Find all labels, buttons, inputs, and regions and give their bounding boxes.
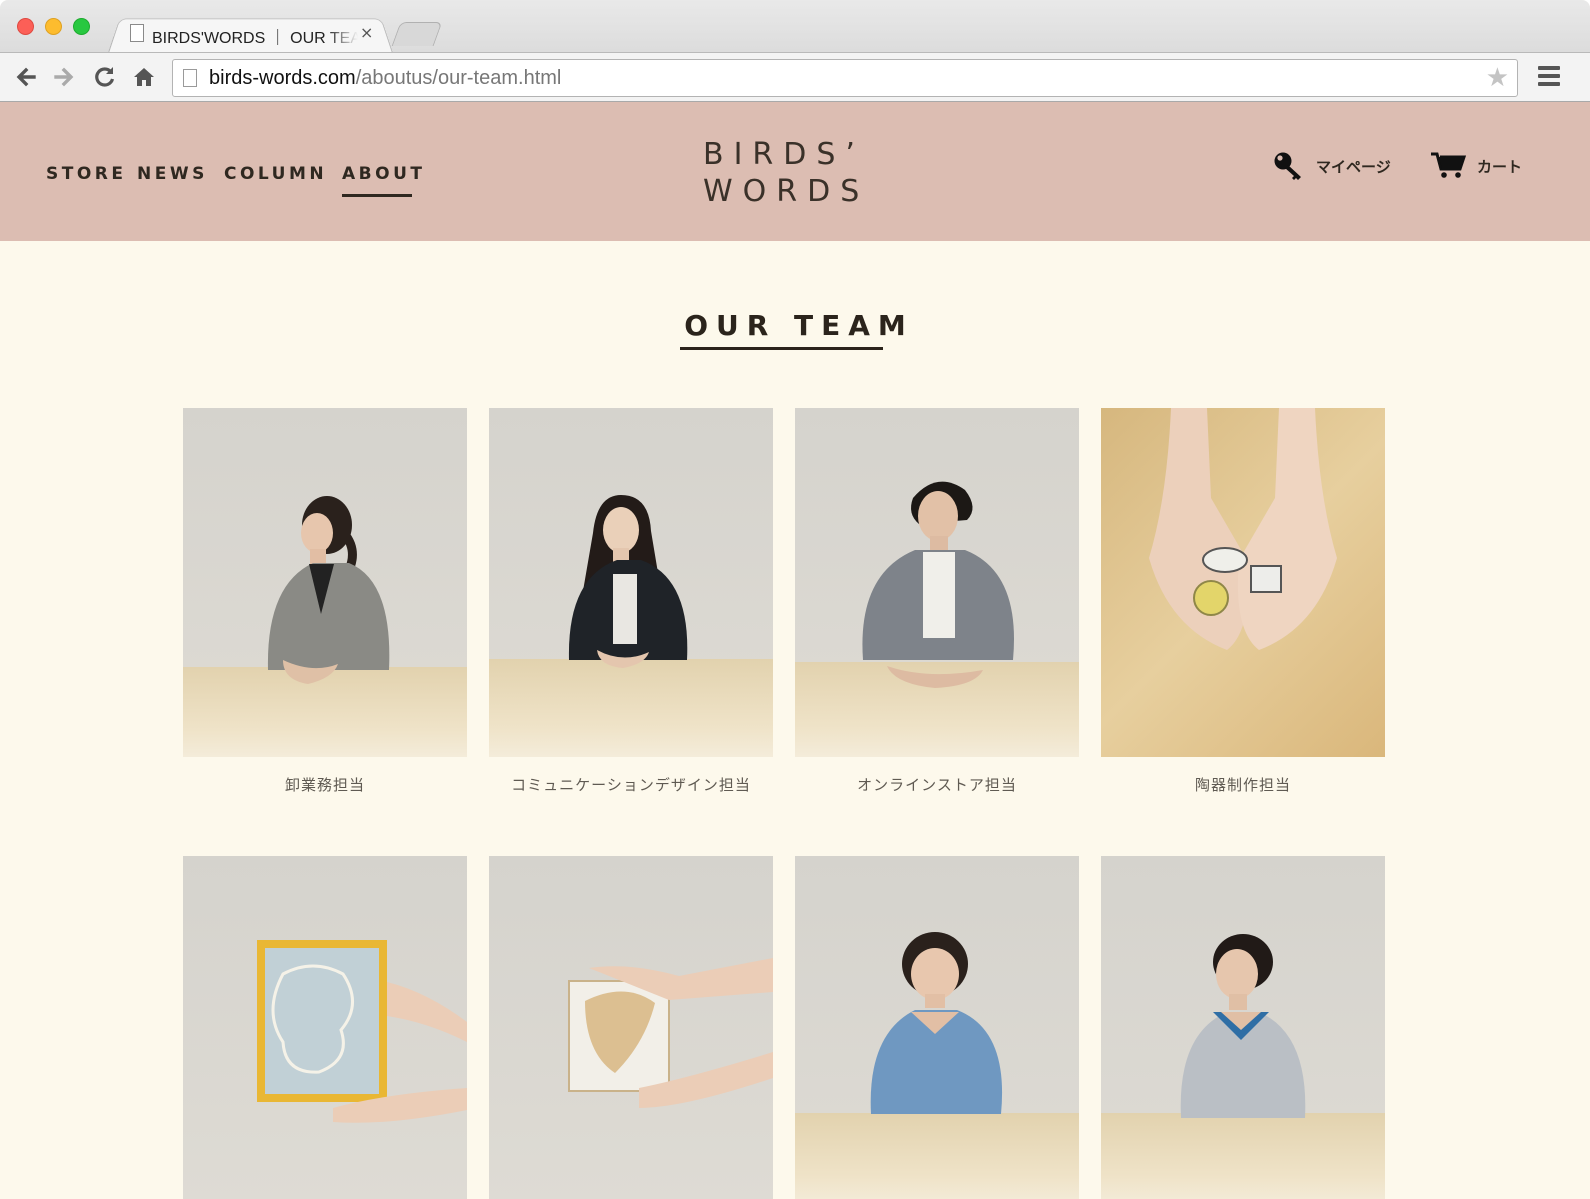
page-title-underline	[680, 347, 883, 350]
framed-print-illustration	[257, 940, 467, 1123]
team-caption: コミュニケーションデザイン担当	[511, 776, 751, 794]
active-nav-underline	[342, 194, 412, 197]
site-header: STORE NEWS COLUMN ABOUT BIRDS’ WORDS マイペ…	[0, 102, 1590, 241]
cart-label: カート	[1477, 158, 1523, 176]
tab-close-icon[interactable]: ×	[360, 23, 373, 42]
forward-arrow-icon-svg	[54, 67, 74, 87]
reload-icon-svg	[95, 67, 115, 87]
address-bar[interactable]: birds-words.com/aboutus/our-team.html ★	[172, 59, 1518, 97]
team-photo[interactable]	[489, 856, 773, 1199]
team-caption: 陶器制作担当	[1194, 776, 1291, 794]
team-caption: オンラインストア担当	[857, 776, 1017, 794]
forward-arrow-icon[interactable]	[50, 63, 78, 91]
home-icon[interactable]	[130, 63, 158, 91]
back-arrow-icon-svg	[16, 67, 36, 87]
logo-line-2: WORDS	[703, 174, 870, 209]
key-icon	[1274, 152, 1301, 180]
nav-store[interactable]: STORE	[46, 164, 127, 184]
team-photo[interactable]	[1101, 408, 1385, 757]
team-card-row2-3[interactable]	[795, 856, 1079, 1199]
browser-toolbar: birds-words.com/aboutus/our-team.html ★	[0, 52, 1590, 102]
team-card-wholesale[interactable]: 卸業務担当	[183, 408, 467, 794]
person-illustration	[1180, 934, 1306, 1118]
close-window-button[interactable]	[17, 18, 34, 35]
team-card-row2-4[interactable]	[1101, 856, 1385, 1199]
mypage-label: マイページ	[1316, 158, 1391, 176]
reload-icon[interactable]	[90, 63, 118, 91]
nav-about[interactable]: ABOUT	[342, 164, 425, 184]
new-tab-button[interactable]	[391, 22, 443, 46]
team-card-pottery[interactable]: 陶器制作担当	[1101, 408, 1385, 794]
url-text[interactable]: birds-words.com/aboutus/our-team.html	[209, 67, 561, 90]
site-logo[interactable]: BIRDS’ WORDS	[703, 136, 893, 210]
team-photo[interactable]	[1101, 856, 1385, 1199]
browser-tab-content[interactable]: BIRDS'WORDS ｜ OUR TEAM ×	[130, 21, 380, 47]
team-caption: 卸業務担当	[284, 776, 365, 794]
team-card-communication-design[interactable]: コミュニケーションデザイン担当	[489, 408, 773, 794]
hands-with-ceramics-illustration	[1149, 408, 1337, 650]
team-photo[interactable]	[183, 408, 467, 757]
nav-column[interactable]: COLUMN	[224, 164, 327, 184]
cart-icon	[1431, 152, 1467, 178]
browser-window: BIRDS'WORDS ｜ OUR TEAM × birds-words.com…	[0, 0, 1590, 1199]
team-card-online-store[interactable]: オンラインストア担当	[795, 408, 1079, 794]
team-card-row2-1[interactable]	[183, 856, 467, 1199]
tab-strip: BIRDS'WORDS ｜ OUR TEAM ×	[0, 0, 1590, 53]
person-illustration	[267, 496, 390, 684]
nav-news[interactable]: NEWS	[137, 164, 208, 184]
page-title: OUR TEAM	[684, 309, 914, 342]
team-photo[interactable]	[795, 408, 1079, 757]
cart-link[interactable]: カート	[1430, 150, 1522, 184]
ceramic-bird-illustration	[568, 958, 773, 1108]
team-photo[interactable]	[183, 856, 467, 1199]
team-photo[interactable]	[489, 408, 773, 757]
bookmark-star-icon[interactable]: ★	[1486, 63, 1509, 93]
minimize-window-button[interactable]	[45, 18, 62, 35]
team-card-row2-2[interactable]	[489, 856, 773, 1199]
logo-line-1: BIRDS’	[703, 137, 865, 172]
back-arrow-icon[interactable]	[12, 63, 40, 91]
url-path: /aboutus/our-team.html	[355, 67, 562, 89]
hamburger-menu-icon[interactable]	[1538, 66, 1560, 88]
person-illustration	[568, 495, 688, 668]
home-icon-svg	[134, 68, 154, 86]
person-illustration	[870, 932, 1003, 1114]
page-icon	[130, 24, 144, 42]
main-content: OUR TEAM 卸業務担当 コミュニケーションデザイン担当 オンラインストア担…	[0, 241, 1590, 1199]
mypage-link[interactable]: マイページ	[1272, 150, 1391, 188]
tab-title: BIRDS'WORDS ｜ OUR TEAM	[152, 30, 358, 47]
person-illustration	[862, 481, 1014, 688]
page-icon	[183, 69, 197, 87]
url-host: birds-words.com	[209, 67, 356, 89]
zoom-window-button[interactable]	[73, 18, 90, 35]
team-photo[interactable]	[795, 856, 1079, 1199]
